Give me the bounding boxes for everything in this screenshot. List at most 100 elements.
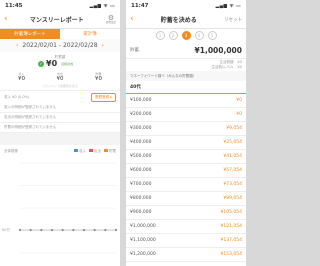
chart-legend: 収入 支出 貯蓄: [74, 149, 116, 154]
target-label: 貯蓄: [130, 48, 139, 53]
monthly-amount-cell: ¥153,054: [220, 252, 242, 257]
page-title: 貯蓄を決める: [160, 17, 197, 24]
monthly-amount-cell: ¥57,054: [223, 168, 242, 173]
period-range: 2022/02/01 - 2022/02/28: [22, 42, 98, 49]
data-point: [29, 228, 32, 232]
summary-columns: 収入 ¥0 支出 ¥0 貯蓄 ¥0: [18, 72, 102, 82]
status-bar: 11:47 ▂▄▆ ᯤ ▭: [126, 0, 246, 11]
y-axis-label: ¥0万: [2, 228, 10, 232]
living-cost-info: 生活費額 ¥0 生活費/レベル ¥0: [126, 59, 246, 71]
list-item: 支出の明細が登録されていません: [0, 113, 120, 123]
history-register-button[interactable]: 履歴登録 ▸: [91, 92, 116, 102]
status-time: 11:47: [131, 2, 149, 9]
prev-period-icon[interactable]: ‹: [16, 42, 18, 49]
expense-column: 支出 ¥0: [57, 72, 64, 82]
table-row[interactable]: ¥300,000 ¥9,054: [126, 122, 246, 136]
goal-settings-button[interactable]: ⚙ 目標設定: [106, 15, 116, 24]
target-value: ¥1,000,000: [194, 45, 242, 55]
reference-hint: マネーフォワード調べ（みんなの貯蓄額）: [126, 71, 246, 81]
period-selector: ‹ 2022/02/01 - 2022/02/28 ›: [0, 39, 120, 52]
monthly-amount-cell: ¥9,054: [226, 126, 242, 131]
savings-amount-cell: ¥800,000: [130, 196, 152, 201]
savings-amount-cell: ¥900,000: [130, 210, 152, 215]
check-circle-icon: ✓: [38, 60, 44, 67]
step-indicator: 1 2 3 4 5: [126, 29, 246, 42]
goal-status: 目標達成: [61, 61, 74, 66]
list-item: 収入の明細が登録されていません: [0, 103, 120, 113]
table-row[interactable]: ¥1,100,000 ¥137,054: [126, 234, 246, 248]
savings-amount: ¥0: [46, 59, 58, 68]
savings-amount-cell: ¥600,000: [130, 168, 152, 173]
monthly-amount-cell: ¥0: [236, 112, 242, 117]
legend-income: 収入: [74, 149, 86, 154]
legend-savings-swatch: [104, 149, 108, 152]
table-row[interactable]: ¥500,000 ¥41,054: [126, 150, 246, 164]
step-1: 1: [155, 31, 165, 40]
savings-goal-screen: 11:47 ▂▄▆ ᯤ ▭ ‹ 貯蓄を決める リセット 1 2 3 4 5 貯蓄…: [126, 0, 246, 266]
tab-household-book[interactable]: 家計簿: [60, 29, 120, 39]
savings-amount-cell: ¥1,000,000: [130, 224, 156, 229]
expense-value: ¥0: [56, 76, 64, 82]
data-point: [61, 228, 64, 232]
table-row[interactable]: ¥600,000 ¥57,054: [126, 164, 246, 178]
savings-table: ¥100,000 ¥0 ¥200,000 ¥0 ¥300,000 ¥9,054 ¥400,0…: [126, 94, 246, 262]
nav-header: ‹ マンスリーレポート ⚙ 目標設定: [0, 11, 120, 29]
table-row[interactable]: ¥900,000 ¥105,054: [126, 206, 246, 220]
status-time: 11:45: [5, 2, 23, 9]
age-group-header: 40代: [126, 81, 246, 94]
data-point: [114, 228, 118, 232]
tab-savings-report[interactable]: 貯蓄簿レポート: [0, 29, 60, 39]
savings-amount-cell: ¥400,000: [130, 140, 152, 145]
next-period-icon[interactable]: ›: [102, 42, 104, 49]
income-value: ¥0: [18, 76, 25, 82]
savings-amount-cell: ¥200,000: [130, 112, 152, 117]
monthly-amount-cell: ¥41,054: [223, 154, 242, 159]
back-icon[interactable]: ‹: [4, 15, 8, 24]
savings-amount-row: ✓ ¥0 目標達成: [38, 59, 73, 68]
table-row[interactable]: ¥200,000 ¥0: [126, 108, 246, 122]
goal-settings-label: 目標設定: [105, 20, 116, 24]
data-point: [40, 228, 43, 232]
table-row[interactable]: ¥1,200,000 ¥153,054: [126, 248, 246, 262]
income-bar: 収入 ¥0 (0.0%) 履歴登録 ▸: [0, 91, 120, 103]
step-2: 2: [168, 31, 178, 40]
data-point: [93, 228, 96, 232]
trend-title: 全体推移: [4, 148, 18, 153]
list-item: 貯蓄の明細が登録されていません: [0, 123, 120, 133]
income-ratio: 収入 ¥0 (0.0%): [4, 94, 30, 99]
back-icon[interactable]: ‹: [130, 15, 134, 24]
reset-button[interactable]: リセット: [224, 17, 242, 23]
data-point: [18, 228, 22, 232]
savings-amount-cell: ¥500,000: [130, 154, 152, 159]
savings-amount-cell: ¥700,000: [130, 182, 152, 187]
table-row[interactable]: ¥700,000 ¥73,054: [126, 178, 246, 192]
trend-chart: ¥0万: [0, 157, 120, 266]
legend-income-swatch: [74, 149, 78, 152]
legend-savings: 貯蓄: [104, 149, 116, 154]
status-icons: ▂▄▆ ᯤ ▭: [215, 3, 241, 9]
trend-chart-svg: ¥0万: [2, 162, 118, 254]
savings-amount-cell: ¥100,000: [130, 98, 152, 103]
trend-header: 全体推移 収入 支出 貯蓄: [0, 145, 120, 157]
info-row: 生活費/レベル ¥0: [130, 65, 242, 70]
slide-hint: スライドして各期間を見る: [42, 84, 78, 88]
section-divider: [0, 133, 120, 145]
monthly-amount-cell: ¥137,054: [220, 238, 242, 243]
table-row[interactable]: ¥400,000 ¥25,054: [126, 136, 246, 150]
status-icons: ▂▄▆ ᯤ ▭: [89, 3, 115, 9]
step-4: 4: [194, 31, 204, 40]
income-column: 収入 ¥0: [18, 72, 25, 82]
monthly-amount-cell: ¥89,054: [223, 196, 242, 201]
monthly-report-screen: 11:45 ▂▄▆ ᯤ ▭ ‹ マンスリーレポート ⚙ 目標設定 貯蓄簿レポート…: [0, 0, 120, 266]
report-tabs: 貯蓄簿レポート 家計簿: [0, 29, 120, 39]
info-value: ¥0: [237, 65, 242, 69]
table-row[interactable]: ¥1,000,000 ¥121,054: [126, 220, 246, 234]
monthly-amount-cell: ¥0: [236, 98, 242, 103]
page-title: マンスリーレポート: [29, 17, 84, 24]
table-row[interactable]: ¥100,000 ¥0: [126, 94, 246, 108]
data-point: [72, 228, 75, 232]
savings-target-field[interactable]: 貯蓄 ¥1,000,000: [126, 42, 246, 59]
table-row[interactable]: ¥800,000 ¥89,054: [126, 192, 246, 206]
savings-column: 貯蓄 ¥0: [95, 72, 102, 82]
legend-expense: 支出: [89, 149, 101, 154]
